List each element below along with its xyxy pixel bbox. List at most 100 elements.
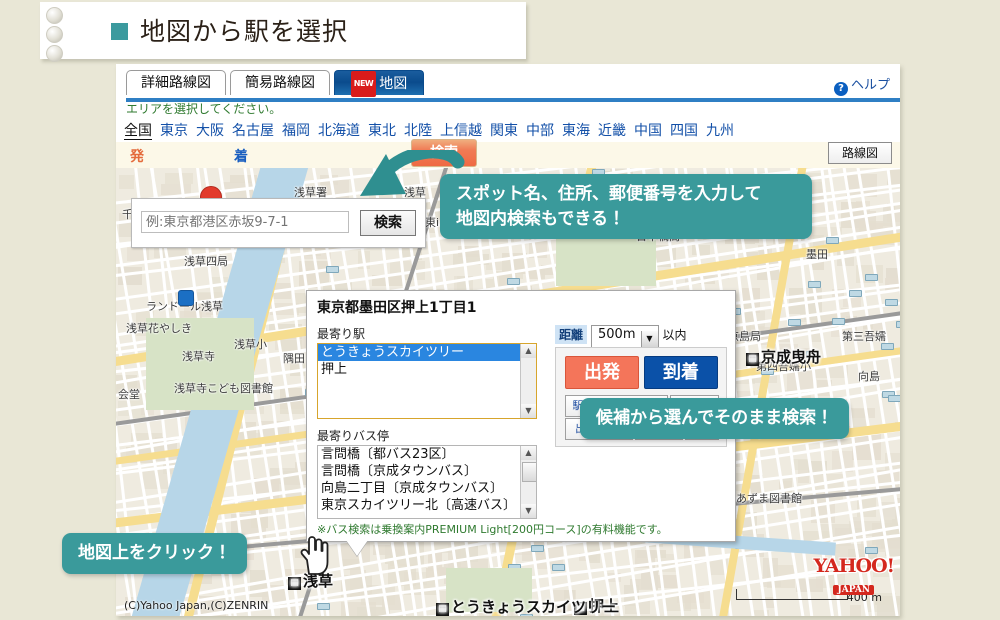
depart-arrive-bar: 発 着 検索 路線図 <box>116 139 900 168</box>
station-option[interactable]: とうきょうスカイツリー <box>318 344 536 361</box>
poi-hospital-icon <box>178 290 194 306</box>
callout-search-hint: スポット名、住所、郵便番号を入力して 地図内検索もできる！ <box>440 174 812 240</box>
logo-yahoo-text: YAHOO! <box>813 555 895 577</box>
punch-hole-icon <box>46 45 63 62</box>
bus-stop-option[interactable]: 言問橋〔都バス23区〕 <box>318 446 536 463</box>
region-link-6[interactable]: 東北 <box>368 123 396 139</box>
set-as-departure-button[interactable]: 出発 <box>565 356 639 389</box>
tab-map[interactable]: NEW 地図 <box>334 70 424 97</box>
popup-pointer-tail <box>346 540 368 556</box>
region-link-12[interactable]: 近畿 <box>598 123 626 139</box>
scroll-up-arrow-icon[interactable]: ▲ <box>521 446 536 460</box>
map-label: 浅草寺こども図書館 <box>174 382 273 395</box>
bus-stop-marker-icon <box>885 299 898 306</box>
map-label: 墨田 <box>806 248 828 261</box>
map-label: 第三吾嬬 <box>842 330 886 343</box>
bus-stop-marker-icon <box>788 319 801 326</box>
region-link-4[interactable]: 福岡 <box>282 123 310 139</box>
bus-stop-marker-icon <box>849 290 862 297</box>
train-station-icon: ▤ <box>288 577 301 590</box>
nearest-bus-label: 最寄りバス停 <box>317 429 390 443</box>
header-bullet-square-icon <box>111 23 128 40</box>
map-label: あずま図書館 <box>736 492 802 505</box>
scrollbar-thumb[interactable] <box>522 462 536 482</box>
route-map-button[interactable]: 路線図 <box>828 142 892 164</box>
region-link-14[interactable]: 四国 <box>670 123 698 139</box>
bus-stop-marker-icon <box>317 603 330 610</box>
map-label: 浅草小 <box>234 338 267 351</box>
map-label: 浅草花やしき <box>126 322 192 335</box>
station-option[interactable]: 押上 <box>318 361 536 378</box>
bus-stop-marker-icon <box>531 545 544 552</box>
region-link-11[interactable]: 東海 <box>562 123 590 139</box>
region-link-7[interactable]: 北陸 <box>404 123 432 139</box>
distance-suffix: 以内 <box>662 328 687 342</box>
train-station-icon: ▤ <box>746 353 759 366</box>
bus-stop-marker-icon <box>552 564 565 571</box>
map-block <box>850 605 861 616</box>
bus-stop-marker-icon <box>808 281 821 288</box>
callout-click-hint: 地図上をクリック！ <box>62 533 247 574</box>
bus-stop-marker-icon <box>881 343 894 350</box>
callout-pick-hint: 候補から選んでそのまま検索！ <box>580 398 850 439</box>
nearest-station-listbox[interactable]: とうきょうスカイツリー 押上 ▲ ▼ <box>317 343 537 419</box>
region-link-9[interactable]: 関東 <box>490 123 518 139</box>
map-station-4[interactable]: ▤ とうきょうスカイツリー <box>436 596 616 616</box>
bus-stop-marker-icon <box>326 266 339 273</box>
bus-stop-marker-icon <box>865 274 878 281</box>
scroll-up-arrow-icon[interactable]: ▲ <box>521 344 536 358</box>
nearest-station-label: 最寄り駅 <box>317 327 366 341</box>
notepad-holes <box>46 7 68 62</box>
distance-select[interactable]: 500m ▼ <box>591 325 659 349</box>
tab-bar: 詳細路線図 簡易路線図 NEW 地図 ? ヘルプ <box>126 70 900 102</box>
chevron-down-icon[interactable]: ▼ <box>640 331 658 347</box>
area-instruction-text: エリアを選択してください。 <box>126 102 282 116</box>
region-link-8[interactable]: 上信越 <box>440 123 482 139</box>
region-link-13[interactable]: 中国 <box>634 123 662 139</box>
bus-stop-option[interactable]: 東京スカイツリー北〔高速バス〕 <box>318 497 536 514</box>
train-station-icon: ▤ <box>436 603 449 616</box>
arrive-label: 着 <box>234 149 248 165</box>
map-copyright: (C)Yahoo Japan,(C)ZENRIN <box>124 599 269 612</box>
distance-row: 距離 500m ▼ 以内 <box>555 325 687 349</box>
tab-detailed-route-map[interactable]: 詳細路線図 <box>126 70 226 95</box>
bus-stop-marker-icon <box>888 395 900 402</box>
scroll-down-arrow-icon[interactable]: ▼ <box>521 404 536 418</box>
bus-stop-option[interactable]: 言問橋〔京成タウンバス〕 <box>318 463 536 480</box>
map-label: 会堂 <box>118 388 140 401</box>
bus-stop-marker-icon <box>826 237 839 244</box>
bus-list-scrollbar[interactable]: ▲ ▼ <box>520 446 536 518</box>
search-input[interactable] <box>141 211 349 233</box>
distance-label: 距離 <box>555 325 588 344</box>
punch-hole-icon <box>46 7 63 24</box>
region-link-2[interactable]: 大阪 <box>196 123 224 139</box>
bus-stop-marker-icon <box>865 547 878 554</box>
logo-japan-text: JAPAN <box>833 585 875 595</box>
punch-hole-icon <box>46 26 63 43</box>
region-link-5[interactable]: 北海道 <box>318 123 360 139</box>
map-label: 浅草四局 <box>184 255 228 268</box>
bus-stop-option[interactable]: 向島二丁目〔京成タウンバス〕 <box>318 480 536 497</box>
region-link-0[interactable]: 全国 <box>124 123 152 140</box>
popup-address: 東京都墨田区押上1丁目1 <box>317 300 477 316</box>
bus-search-note: ※バス検索は乗換案内PREMIUM Light[200円コース]の有料機能です。 <box>317 523 668 536</box>
tab-label: 詳細路線図 <box>141 75 211 91</box>
region-link-3[interactable]: 名古屋 <box>232 123 274 139</box>
map-station-label: とうきょうスカイツリー <box>451 598 617 616</box>
scroll-down-arrow-icon[interactable]: ▼ <box>521 504 536 518</box>
station-options[interactable]: とうきょうスカイツリー 押上 <box>318 344 536 378</box>
yahoo-japan-logo: YAHOO! JAPAN <box>813 555 895 596</box>
bus-options[interactable]: 言問橋〔都バス23区〕 言問橋〔京成タウンバス〕 向島二丁目〔京成タウンバス〕 東京ス… <box>318 446 536 514</box>
region-link-10[interactable]: 中部 <box>526 123 554 139</box>
tab-simple-route-map[interactable]: 簡易路線図 <box>230 70 330 95</box>
bus-stop-marker-icon <box>896 321 900 328</box>
map-station-2[interactable]: ▤ 京成曳舟 <box>746 346 821 367</box>
page-header-card: 地図から駅を選択 <box>40 2 526 62</box>
set-as-arrival-button[interactable]: 到着 <box>644 356 718 389</box>
nearest-bus-listbox[interactable]: 言問橋〔都バス23区〕 言問橋〔京成タウンバス〕 向島二丁目〔京成タウンバス〕 東京ス… <box>317 445 537 519</box>
help-link[interactable]: ? ヘルプ <box>833 74 890 96</box>
tab-label: 地図 <box>379 76 408 92</box>
region-link-15[interactable]: 九州 <box>706 123 734 139</box>
station-list-scrollbar[interactable]: ▲ ▼ <box>520 344 536 418</box>
region-link-1[interactable]: 東京 <box>160 123 188 139</box>
